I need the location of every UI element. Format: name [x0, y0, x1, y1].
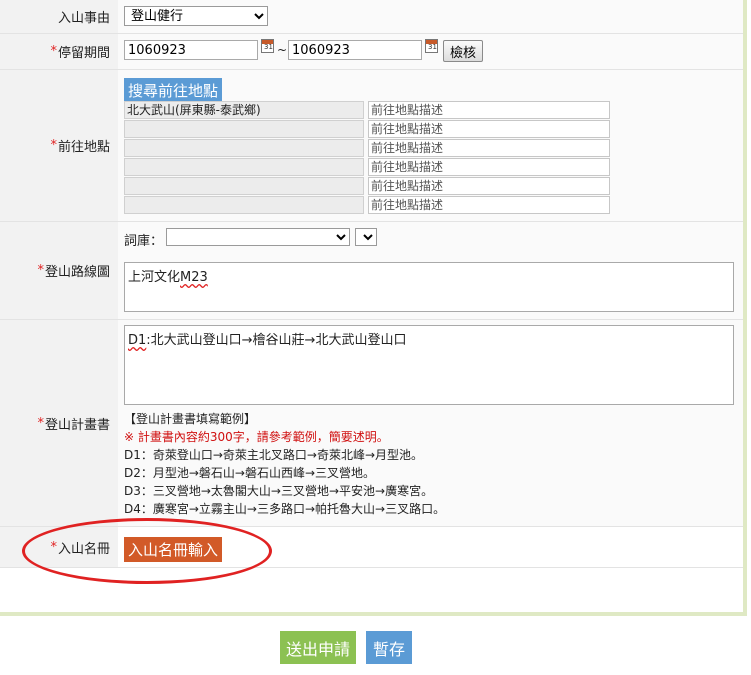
- reason-label: 入山事由: [0, 0, 118, 33]
- lexicon-label: 詞庫：: [124, 234, 164, 249]
- row-plan: * 登山計畫書 D1:北大武山登山口→檜谷山莊→北大武山登山口 【登山計畫書填寫範…: [0, 320, 743, 527]
- application-form-panel: 入山事由 登山健行 *停留期間 31 ~ 31 檢核 *前往地點 搜尋前往地點 …: [0, 0, 747, 616]
- lexicon-sub-select[interactable]: [355, 228, 377, 246]
- calendar-end-icon[interactable]: 31: [425, 39, 438, 53]
- destination-desc-2[interactable]: 前往地點描述: [368, 120, 610, 138]
- check-dates-button[interactable]: 檢核: [443, 40, 484, 62]
- example-line-3: D3：三叉營地→太魯閣大山→三叉營地→平安池→廣寒宮。: [124, 484, 434, 498]
- row-roster: * 入山名冊 入山名冊輸入: [0, 527, 743, 568]
- row-reason: 入山事由 登山健行: [0, 0, 743, 34]
- destination-desc-3[interactable]: 前往地點描述: [368, 139, 610, 157]
- row-route: * 登山路線圖 詞庫： 上河文化M23: [0, 222, 743, 320]
- example-note: ※ 計畫書內容約300字，請參考範例，簡要述明。: [124, 430, 389, 444]
- destination-place-6: [124, 196, 364, 214]
- row-stay-period: *停留期間 31 ~ 31 檢核: [0, 34, 743, 70]
- stay-label: * 停留期間: [0, 34, 118, 69]
- roster-input-button[interactable]: 入山名冊輸入: [124, 537, 223, 562]
- destination-desc-6[interactable]: 前往地點描述: [368, 196, 610, 214]
- destination-place-4: [124, 158, 364, 176]
- calendar-start-icon[interactable]: 31: [261, 39, 274, 53]
- destination-desc-4[interactable]: 前往地點描述: [368, 158, 610, 176]
- search-destination-button[interactable]: 搜尋前往地點: [124, 78, 223, 103]
- save-draft-button[interactable]: 暫存: [366, 631, 412, 664]
- destination-label: * 前往地點: [0, 70, 118, 221]
- reason-select[interactable]: 登山健行: [124, 6, 268, 26]
- destination-place-3: [124, 139, 364, 157]
- lexicon-select[interactable]: [166, 228, 350, 246]
- stay-start-input[interactable]: [124, 40, 258, 60]
- roster-label: * 入山名冊: [0, 527, 118, 567]
- plan-example: 【登山計畫書填寫範例】 ※ 計畫書內容約300字，請參考範例，簡要述明。 D1：…: [124, 410, 445, 518]
- destination-desc-5[interactable]: 前往地點描述: [368, 177, 610, 195]
- stay-end-input[interactable]: [288, 40, 422, 60]
- row-destination: * 前往地點 搜尋前往地點 北大武山(屏東縣-泰武鄉) 前往地點描述 前往地點描述…: [0, 70, 743, 222]
- destination-place-2: [124, 120, 364, 138]
- route-textarea[interactable]: 上河文化M23: [124, 262, 734, 312]
- plan-label: * 登山計畫書: [0, 320, 118, 526]
- example-line-1: D1：奇萊登山口→奇萊主北叉路口→奇萊北峰→月型池。: [124, 448, 424, 462]
- route-label: * 登山路線圖: [0, 222, 118, 319]
- destination-desc-1[interactable]: 前往地點描述: [368, 101, 610, 119]
- example-title: 【登山計畫書填寫範例】: [124, 412, 257, 426]
- example-line-4: D4：廣寒宮→立霧主山→三多路口→帕托魯大山→三叉路口。: [124, 502, 446, 516]
- date-separator: ~: [277, 43, 288, 57]
- plan-textarea[interactable]: D1:北大武山登山口→檜谷山莊→北大武山登山口: [124, 325, 734, 405]
- submit-button[interactable]: 送出申請: [280, 631, 356, 664]
- example-line-2: D2：月型池→磐石山→磐石山西峰→三叉營地。: [124, 466, 376, 480]
- destination-place-1: 北大武山(屏東縣-泰武鄉): [124, 101, 364, 119]
- destination-place-5: [124, 177, 364, 195]
